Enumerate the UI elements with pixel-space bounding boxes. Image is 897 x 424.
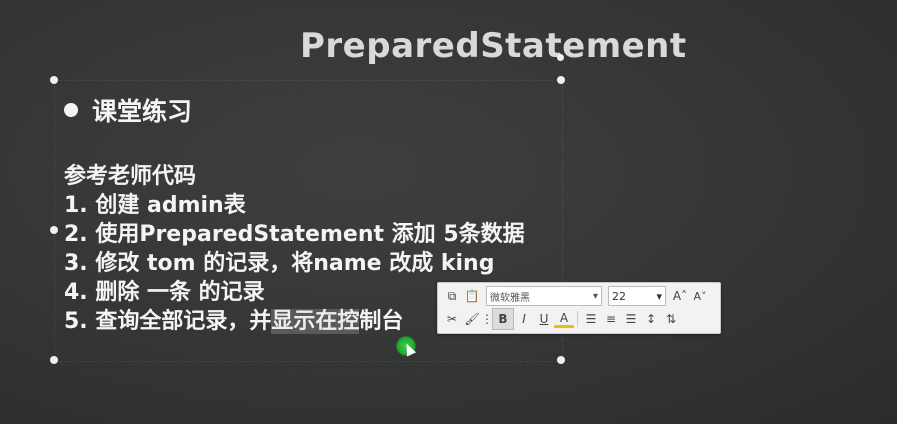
body-line: 1. 创建 admin表 bbox=[64, 193, 246, 218]
bullet-text: 课堂练习 bbox=[92, 97, 193, 126]
resize-handle-mid-left[interactable] bbox=[50, 226, 58, 234]
body-line: 3. 修改 tom 的记录，将name 改成 king bbox=[64, 251, 495, 276]
bullet-dot-icon bbox=[64, 103, 78, 117]
cut-icon[interactable]: ✂ bbox=[442, 309, 462, 329]
divider bbox=[577, 311, 578, 327]
underline-button[interactable]: U bbox=[534, 309, 554, 329]
copy-format-icon[interactable]: ⧉ bbox=[442, 286, 462, 306]
bullet-heading: 课堂练习 bbox=[64, 92, 192, 128]
resize-handle-top-left[interactable] bbox=[50, 76, 58, 84]
paragraph-spacing-icon[interactable]: ⇅ bbox=[661, 309, 681, 329]
align-center-icon[interactable]: ≡ bbox=[601, 309, 621, 329]
resize-handle-top-mid[interactable] bbox=[557, 54, 564, 61]
chevron-down-icon: ▾ bbox=[656, 289, 662, 303]
body-line: 参考老师代码 bbox=[64, 164, 197, 189]
selected-text[interactable]: 显示在控 bbox=[271, 309, 360, 334]
mini-format-toolbar: ⧉ 📋 微软雅黑 ▾ 22 ▾ A˄ A˅ ✂ 🖌 ⋮ B I U A ☰ ≡ … bbox=[437, 282, 721, 334]
line5-suffix: 制台 bbox=[359, 309, 404, 334]
chevron-down-icon: ▾ bbox=[592, 290, 598, 302]
resize-handle-bottom-right[interactable] bbox=[557, 356, 565, 364]
increase-font-icon[interactable]: A˄ bbox=[670, 286, 690, 306]
line-spacing-icon[interactable]: ↕ bbox=[641, 309, 661, 329]
body-line: 2. 使用PreparedStatement 添加 5条数据 bbox=[64, 222, 525, 247]
format-painter-icon[interactable]: 🖌 bbox=[462, 309, 482, 329]
font-color-button[interactable]: A bbox=[554, 310, 574, 328]
paste-icon[interactable]: 📋 bbox=[462, 286, 482, 306]
slide-title: PreparedStatement bbox=[300, 26, 687, 66]
font-size-value: 22 bbox=[612, 289, 626, 303]
bold-button[interactable]: B bbox=[492, 308, 514, 330]
italic-button[interactable]: I bbox=[514, 309, 534, 329]
decrease-font-icon[interactable]: A˅ bbox=[690, 286, 710, 306]
more-icon[interactable]: ⋮ bbox=[481, 309, 493, 329]
align-right-icon[interactable]: ☰ bbox=[621, 309, 641, 329]
line5-prefix: 5. 查询全部记录，并 bbox=[64, 309, 272, 334]
font-name-value: 微软雅黑 bbox=[490, 292, 530, 304]
resize-handle-top-right[interactable] bbox=[557, 76, 565, 84]
resize-handle-bottom-left[interactable] bbox=[50, 356, 58, 364]
font-name-select[interactable]: 微软雅黑 ▾ bbox=[486, 286, 602, 306]
font-size-select[interactable]: 22 ▾ bbox=[608, 286, 666, 306]
align-left-icon[interactable]: ☰ bbox=[581, 309, 601, 329]
